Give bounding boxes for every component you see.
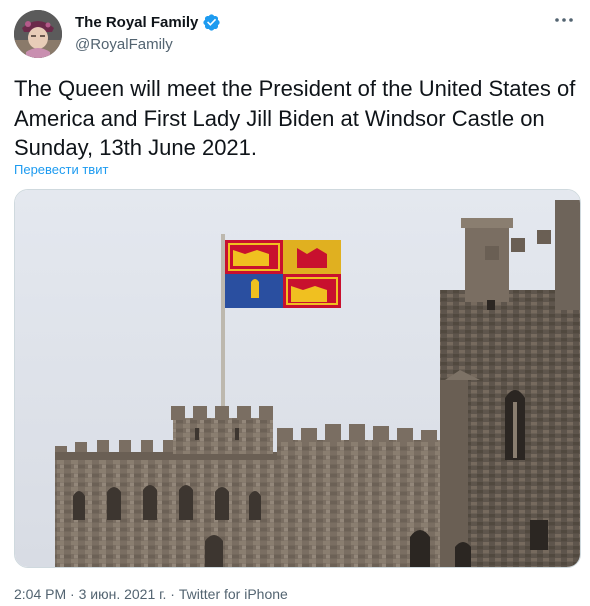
author-display-name[interactable]: The Royal Family [75, 14, 198, 31]
tweet-photo[interactable] [14, 189, 581, 568]
translate-tweet-link[interactable]: Перевести твит [14, 162, 108, 177]
more-options-button[interactable] [552, 10, 576, 30]
tweet-source[interactable]: Twitter for iPhone [179, 586, 288, 602]
author-avatar[interactable] [14, 10, 62, 58]
tweet-date[interactable]: 3 июн. 2021 г. [79, 586, 167, 602]
verified-badge-icon [202, 13, 221, 32]
tweet-text: The Queen will meet the President of the… [14, 76, 576, 160]
windsor-castle-photo [15, 190, 580, 567]
author-name-row[interactable]: The Royal Family [75, 13, 221, 32]
more-dots-icon [555, 18, 573, 22]
meta-separator: · [66, 586, 79, 602]
avatar-image [14, 10, 62, 58]
meta-separator-2: · [166, 586, 179, 602]
tweet-time[interactable]: 2:04 PM [14, 586, 66, 602]
tweet-meta: 2:04 PM · 3 июн. 2021 г. · Twitter for i… [14, 586, 288, 602]
author-handle[interactable]: @RoyalFamily [75, 36, 173, 53]
